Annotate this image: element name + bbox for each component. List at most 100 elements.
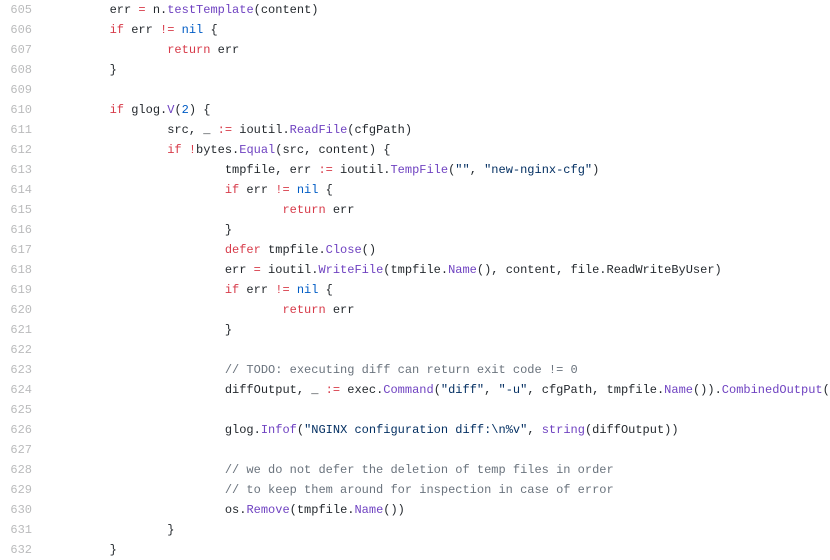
token-plain: , cfgPath, tmpfile. xyxy=(527,383,664,397)
token-kw: if xyxy=(167,143,181,157)
token-plain: err xyxy=(124,23,160,37)
token-plain: (tmpfile. xyxy=(383,263,448,277)
token-kw: if xyxy=(110,103,124,117)
line-number: 620 xyxy=(8,300,32,320)
token-fn: Name xyxy=(448,263,477,277)
token-fn: TempFile xyxy=(390,163,448,177)
token-plain: err xyxy=(110,3,139,17)
code-line: return err xyxy=(52,300,830,320)
token-kw: = xyxy=(254,263,261,277)
token-plain: ) { xyxy=(189,103,211,117)
code-line: return err xyxy=(52,200,830,220)
token-plain: () xyxy=(823,383,830,397)
line-number: 614 xyxy=(8,180,32,200)
token-plain: ioutil. xyxy=(232,123,290,137)
line-number: 619 xyxy=(8,280,32,300)
code-line: } xyxy=(52,320,830,340)
token-plain: } xyxy=(110,63,117,77)
token-plain: err xyxy=(326,203,355,217)
line-number: 632 xyxy=(8,540,32,560)
code-line: if glog.V(2) { xyxy=(52,100,830,120)
token-plain: ( xyxy=(174,103,181,117)
line-number: 617 xyxy=(8,240,32,260)
code-line: err = n.testTemplate(content) xyxy=(52,0,830,20)
token-kw: if xyxy=(225,283,239,297)
token-cmt: // TODO: executing diff can return exit … xyxy=(225,363,578,377)
line-number-gutter: 6056066076086096106116126136146156166176… xyxy=(0,0,42,560)
code-line: } xyxy=(52,60,830,80)
token-fn: Name xyxy=(354,503,383,517)
code-line: } xyxy=(52,520,830,540)
token-plain: ioutil. xyxy=(333,163,391,177)
token-str: "NGINX configuration diff:\n%v" xyxy=(304,423,527,437)
token-plain: exec. xyxy=(340,383,383,397)
token-fn: ReadFile xyxy=(290,123,348,137)
token-cmt: // we do not defer the deletion of temp … xyxy=(225,463,614,477)
token-str: "" xyxy=(455,163,469,177)
token-plain: tmpfile, err xyxy=(225,163,319,177)
token-kw: != xyxy=(160,23,174,37)
token-plain: (tmpfile. xyxy=(290,503,355,517)
token-fn: Name xyxy=(664,383,693,397)
line-number: 612 xyxy=(8,140,32,160)
token-plain: () xyxy=(362,243,376,257)
token-fn: string xyxy=(542,423,585,437)
token-str: "-u" xyxy=(499,383,528,397)
token-kw: if xyxy=(110,23,124,37)
token-plain: } xyxy=(167,523,174,537)
token-const: nil xyxy=(182,23,204,37)
token-plain xyxy=(182,143,189,157)
token-plain xyxy=(174,23,181,37)
token-plain: ( xyxy=(297,423,304,437)
token-plain: err xyxy=(326,303,355,317)
token-fn: Command xyxy=(383,383,433,397)
line-number: 607 xyxy=(8,40,32,60)
token-kw: if xyxy=(225,183,239,197)
line-number: 625 xyxy=(8,400,32,420)
token-plain: ()) xyxy=(383,503,405,517)
token-plain: (), content, file.ReadWriteByUser) xyxy=(477,263,722,277)
code-line: tmpfile, err := ioutil.TempFile("", "new… xyxy=(52,160,830,180)
token-plain xyxy=(290,183,297,197)
code-line xyxy=(52,400,830,420)
line-number: 623 xyxy=(8,360,32,380)
code-line: // to keep them around for inspection in… xyxy=(52,480,830,500)
code-line: err = ioutil.WriteFile(tmpfile.Name(), c… xyxy=(52,260,830,280)
token-kw: return xyxy=(167,43,210,57)
line-number: 605 xyxy=(8,0,32,20)
token-plain: ioutil. xyxy=(261,263,319,277)
token-kw: = xyxy=(138,3,145,17)
line-number: 608 xyxy=(8,60,32,80)
line-number: 624 xyxy=(8,380,32,400)
code-line: if !bytes.Equal(src, content) { xyxy=(52,140,830,160)
line-number: 626 xyxy=(8,420,32,440)
token-plain: { xyxy=(318,283,332,297)
token-kw: != xyxy=(275,183,289,197)
code-line: src, _ := ioutil.ReadFile(cfgPath) xyxy=(52,120,830,140)
line-number: 613 xyxy=(8,160,32,180)
code-line: } xyxy=(52,220,830,240)
token-plain: (content) xyxy=(254,3,319,17)
token-plain: } xyxy=(110,543,117,557)
token-plain: err xyxy=(239,183,275,197)
line-number: 629 xyxy=(8,480,32,500)
line-number: 615 xyxy=(8,200,32,220)
token-const: nil xyxy=(297,183,319,197)
token-kw: defer xyxy=(225,243,261,257)
token-plain: } xyxy=(225,323,232,337)
token-plain xyxy=(318,383,325,397)
line-number: 609 xyxy=(8,80,32,100)
code-line: if err != nil { xyxy=(52,20,830,40)
code-line: } xyxy=(52,540,830,560)
token-plain: tmpfile. xyxy=(261,243,326,257)
token-plain: { xyxy=(203,23,217,37)
token-plain: ) xyxy=(592,163,599,177)
token-str: "new-nginx-cfg" xyxy=(484,163,592,177)
line-number: 627 xyxy=(8,440,32,460)
token-fn: Close xyxy=(326,243,362,257)
code-line xyxy=(52,440,830,460)
token-fn: Infof xyxy=(261,423,297,437)
token-plain: err xyxy=(239,283,275,297)
token-plain: n. xyxy=(146,3,168,17)
code-line: // TODO: executing diff can return exit … xyxy=(52,360,830,380)
